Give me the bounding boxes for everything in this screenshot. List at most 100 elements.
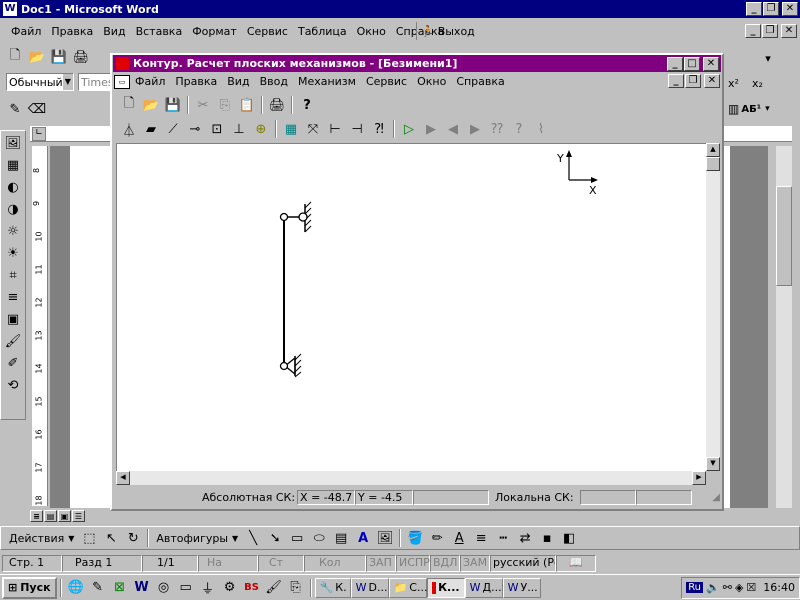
contour-vertical-scrollbar[interactable]: ▲ ▼ — [706, 143, 720, 471]
calc-query-icon[interactable]: ⁇ — [486, 119, 508, 139]
stop-icon[interactable]: ☒ — [746, 581, 756, 594]
contour-menu-input[interactable]: Ввод — [255, 75, 293, 88]
scroll-thumb[interactable] — [776, 186, 792, 286]
grid-icon[interactable]: ▦ — [280, 119, 302, 139]
tool-icon[interactable]: ⚙ — [219, 578, 241, 598]
web-view-button[interactable]: ▤ — [44, 510, 57, 522]
contour-doc-minimize[interactable]: _ — [668, 74, 684, 88]
status-ovr[interactable]: ЗАМ — [460, 554, 490, 572]
insert-picture-icon[interactable]: 🖼 — [2, 133, 24, 153]
brightness-less-icon[interactable]: ☀ — [2, 243, 24, 263]
lower-joint[interactable] — [279, 361, 289, 371]
mechanism-canvas[interactable]: Y X — [116, 143, 706, 471]
ground-support-icon[interactable]: ⏃ — [118, 119, 140, 139]
word-menu-close[interactable]: ✕ — [781, 24, 797, 38]
exit-button[interactable]: 🏃 Выход — [416, 22, 475, 40]
word-style-gallery-button[interactable]: ▥ АБ¹ ▾ — [728, 102, 770, 116]
3d-icon[interactable]: ◧ — [558, 528, 580, 548]
pencil-icon[interactable]: ✎ — [4, 99, 26, 119]
crop-icon[interactable]: ⌗ — [2, 265, 24, 285]
task-button-5[interactable]: W Д... — [464, 577, 503, 598]
image-control-icon[interactable]: ▦ — [2, 155, 24, 175]
word-app-icon[interactable]: W — [3, 2, 17, 16]
contour-doc-close[interactable]: ✕ — [704, 74, 720, 88]
word-close-button[interactable]: ✕ — [782, 2, 798, 16]
hatched-base-icon[interactable]: ▰ — [140, 119, 162, 139]
step-back-icon[interactable]: ◀ — [442, 119, 464, 139]
pointer-icon[interactable]: ↖ — [100, 528, 122, 548]
word-menu-format[interactable]: Формат — [187, 25, 242, 38]
local-axes-icon[interactable]: ⊣ — [346, 119, 368, 139]
word-minimize-button[interactable]: _ — [746, 2, 762, 16]
contour-menu-file[interactable]: Файл — [130, 75, 170, 88]
contour-minimize-button[interactable]: _ — [667, 56, 683, 71]
upper-ground-support[interactable] — [298, 201, 312, 233]
save-icon[interactable]: 💾 — [162, 95, 184, 115]
line-tool-icon[interactable]: ╲ — [242, 528, 264, 548]
print-view-button[interactable]: ▣ — [58, 510, 71, 522]
spelling-status-icon[interactable]: 📖 — [556, 554, 596, 572]
help-icon[interactable]: ? — [296, 95, 318, 115]
new-document-icon[interactable]: 🗋 — [4, 47, 26, 67]
scroll-up-button[interactable]: ▲ — [706, 143, 720, 157]
target-point-icon[interactable]: ⊕ — [250, 119, 272, 139]
scroll-right-button[interactable]: ▶ — [692, 471, 706, 485]
line-style-icon[interactable]: ≡ — [2, 287, 24, 307]
word-menu-tools[interactable]: Сервис — [242, 25, 293, 38]
arrow-tool-icon[interactable]: ➘ — [264, 528, 286, 548]
filter-icon[interactable]: ⏚ — [197, 578, 219, 598]
status-rec[interactable]: ЗАП — [366, 554, 396, 572]
copy-icon[interactable]: ⎘ — [214, 95, 236, 115]
doc-icon[interactable]: ▭ — [114, 74, 130, 89]
print-icon[interactable]: 🖨 — [266, 95, 288, 115]
step-forward-icon[interactable]: ▶ — [464, 119, 486, 139]
snap-icon[interactable]: ⤧ — [302, 119, 324, 139]
hinged-link-icon[interactable]: ⊸ — [184, 119, 206, 139]
font-select[interactable]: Times — [78, 73, 114, 91]
paste-icon[interactable]: 📋 — [236, 95, 258, 115]
clipart-icon[interactable]: 🖼 — [374, 528, 396, 548]
oval-tool-icon[interactable]: ⬭ — [308, 528, 330, 548]
status-trk[interactable]: ИСПР — [396, 554, 430, 572]
text-wrap-icon[interactable]: ▣ — [2, 309, 24, 329]
word-menu-view[interactable]: Вид — [98, 25, 130, 38]
word-menu-edit[interactable]: Правка — [46, 25, 98, 38]
autoshapes-menu[interactable]: Автофигуры ▼ — [152, 528, 242, 548]
measure-icon[interactable]: ⁈ — [368, 119, 390, 139]
open-folder-icon[interactable]: 📂 — [140, 95, 162, 115]
tray-app-icon[interactable]: ◈ — [735, 581, 743, 594]
brush-icon[interactable]: 🖌 — [263, 578, 285, 598]
free-rotate-icon[interactable]: ↻ — [122, 528, 144, 548]
brightness-more-icon[interactable]: ☼ — [2, 221, 24, 241]
subscript-button[interactable]: x₂ — [752, 77, 763, 90]
bs-icon[interactable]: BS — [241, 578, 263, 598]
contour-menu-edit[interactable]: Правка — [170, 75, 222, 88]
superscript-button[interactable]: x² — [728, 77, 739, 90]
contour-horizontal-scrollbar[interactable]: ◀ ▶ — [116, 471, 706, 485]
network-icon[interactable]: ⚯ — [723, 581, 732, 594]
task-button-4[interactable]: К... — [426, 577, 465, 598]
task-button-3[interactable]: 📁 C... — [388, 577, 427, 598]
graph-icon[interactable]: ⌇ — [530, 119, 552, 139]
contour-doc-restore[interactable]: ❐ — [685, 74, 701, 88]
wordart-icon[interactable]: A — [352, 528, 374, 548]
contrast-less-icon[interactable]: ◑ — [2, 199, 24, 219]
play-icon[interactable]: ▶ — [420, 119, 442, 139]
word-restore-button[interactable]: ❐ — [763, 2, 779, 16]
cut-icon[interactable]: ✂ — [192, 95, 214, 115]
contour-menu-window[interactable]: Окно — [412, 75, 451, 88]
start-button[interactable]: ⊞ Пуск — [2, 576, 57, 599]
word-vertical-scrollbar[interactable] — [776, 146, 792, 508]
set-transparent-icon[interactable]: ✐ — [2, 353, 24, 373]
word-menu-table[interactable]: Таблица — [293, 25, 352, 38]
dash-style-icon[interactable]: ┅ — [492, 528, 514, 548]
scroll-thumb[interactable] — [706, 157, 720, 171]
save-icon[interactable]: 💾 — [48, 47, 70, 67]
excel-icon[interactable]: ⊠ — [109, 578, 131, 598]
outlook-icon[interactable]: ◎ — [153, 578, 175, 598]
style-select[interactable]: Обычный ▼ — [6, 73, 74, 91]
contour-maximize-button[interactable]: □ — [684, 56, 700, 71]
volume-icon[interactable]: 🔈 — [706, 581, 720, 594]
copy-docs-icon[interactable]: ⎘ — [285, 578, 307, 598]
task-button-6[interactable]: W У... — [502, 577, 541, 598]
